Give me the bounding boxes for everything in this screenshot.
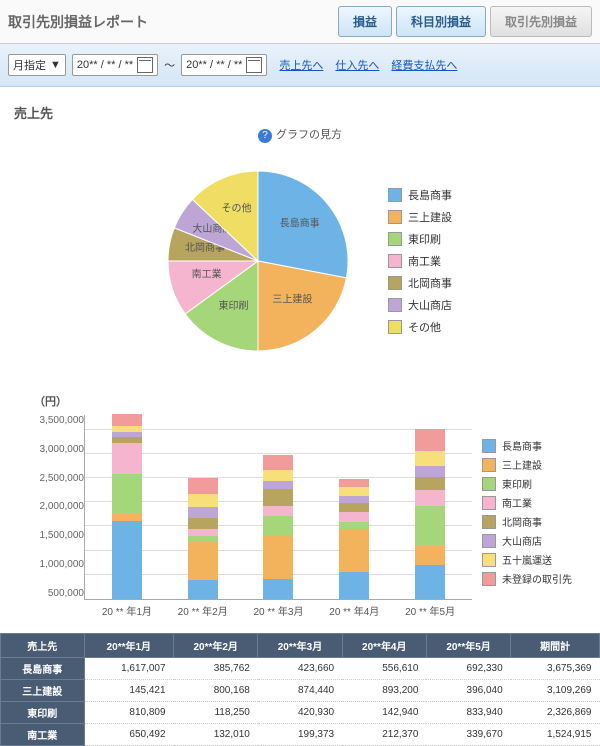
- legend-item: 大山商店: [388, 297, 452, 313]
- table-header: 期間計: [511, 634, 600, 658]
- legend-item: 長島商事: [388, 187, 452, 203]
- link-purchase[interactable]: 仕入先へ: [335, 57, 379, 73]
- table-row: 南工業650,492132,010199,373212,370339,6701,…: [1, 724, 600, 746]
- bar-column: 20 ** 年5月: [398, 429, 462, 599]
- svg-text:東印刷: 東印刷: [218, 299, 248, 312]
- legend-item: 北岡商事: [388, 275, 452, 291]
- link-sales[interactable]: 売上先へ: [279, 57, 323, 73]
- calendar-icon: [246, 57, 262, 73]
- legend-item: 三上建設: [388, 209, 452, 225]
- legend-item: 南工業: [482, 495, 572, 510]
- date-from-input[interactable]: 20** / ** / **: [72, 54, 158, 76]
- svg-text:南工業: 南工業: [192, 268, 222, 281]
- bar-legend: 長島商事三上建設東印刷南工業北岡商事大山商店五十嵐運送未登録の取引先: [482, 409, 572, 615]
- tab-pl[interactable]: 損益: [338, 6, 392, 37]
- bar-column: 20 ** 年2月: [171, 478, 235, 599]
- filter-bar: 月指定 ▼ 20** / ** / ** ～ 20** / ** / ** 売上…: [0, 44, 600, 87]
- legend-item: 五十嵐運送: [482, 552, 572, 567]
- page-title: 取引先別損益レポート: [8, 12, 148, 32]
- chart-help[interactable]: ?グラフの見方: [14, 126, 586, 143]
- calendar-icon: [137, 57, 153, 73]
- legend-item: 未登録の取引先: [482, 571, 572, 586]
- date-to-input[interactable]: 20** / ** / **: [181, 54, 267, 76]
- legend-item: 北岡商事: [482, 514, 572, 529]
- tab-partner-pl[interactable]: 取引先別損益: [490, 6, 592, 37]
- legend-item: 南工業: [388, 253, 452, 269]
- svg-text:三上建設: 三上建設: [272, 293, 312, 306]
- period-mode-select[interactable]: 月指定 ▼: [8, 54, 66, 76]
- date-separator: ～: [164, 57, 175, 73]
- bar-column: 20 ** 年1月: [95, 414, 159, 599]
- table-header: 20**年2月: [174, 634, 258, 658]
- legend-item: 三上建設: [482, 457, 572, 472]
- bar-column: 20 ** 年3月: [247, 455, 311, 599]
- table-header: 20**年4月: [342, 634, 426, 658]
- link-expense[interactable]: 経費支払先へ: [391, 57, 457, 73]
- svg-text:その他: その他: [222, 201, 252, 214]
- help-icon: ?: [258, 129, 272, 143]
- table-row: 長島商事1,617,007385,762423,660556,610692,33…: [1, 658, 600, 680]
- section-title: 売上先: [14, 103, 586, 122]
- pie-chart: 長島商事三上建設東印刷南工業北岡商事大山商店その他: [148, 151, 368, 371]
- legend-item: 長島商事: [482, 438, 572, 453]
- table-row: 東印刷810,809118,250420,930142,940833,9402,…: [1, 702, 600, 724]
- tab-group: 損益 科目別損益 取引先別損益: [338, 6, 592, 37]
- bar-column: 20 ** 年4月: [322, 479, 386, 599]
- legend-item: 東印刷: [388, 231, 452, 247]
- table-header: 20**年5月: [426, 634, 510, 658]
- table-header: 20**年3月: [258, 634, 342, 658]
- legend-item: 大山商店: [482, 533, 572, 548]
- legend-item: 東印刷: [482, 476, 572, 491]
- svg-text:長島商事: 長島商事: [280, 217, 320, 230]
- bar-chart-area: （円） 3,500,0003,000,0002,500,0002,000,000…: [14, 381, 586, 623]
- data-table: 売上先20**年1月20**年2月20**年3月20**年4月20**年5月期間…: [0, 633, 600, 746]
- table-row: 三上建設145,421800,168874,440893,200396,0403…: [1, 680, 600, 702]
- bar-unit: （円）: [34, 393, 572, 409]
- table-header: 売上先: [1, 634, 85, 658]
- table-header: 20**年1月: [84, 634, 173, 658]
- chevron-down-icon: ▼: [50, 59, 61, 71]
- legend-item: その他: [388, 319, 452, 335]
- tab-account-pl[interactable]: 科目別損益: [396, 6, 486, 37]
- pie-legend: 長島商事三上建設東印刷南工業北岡商事大山商店その他: [388, 151, 452, 371]
